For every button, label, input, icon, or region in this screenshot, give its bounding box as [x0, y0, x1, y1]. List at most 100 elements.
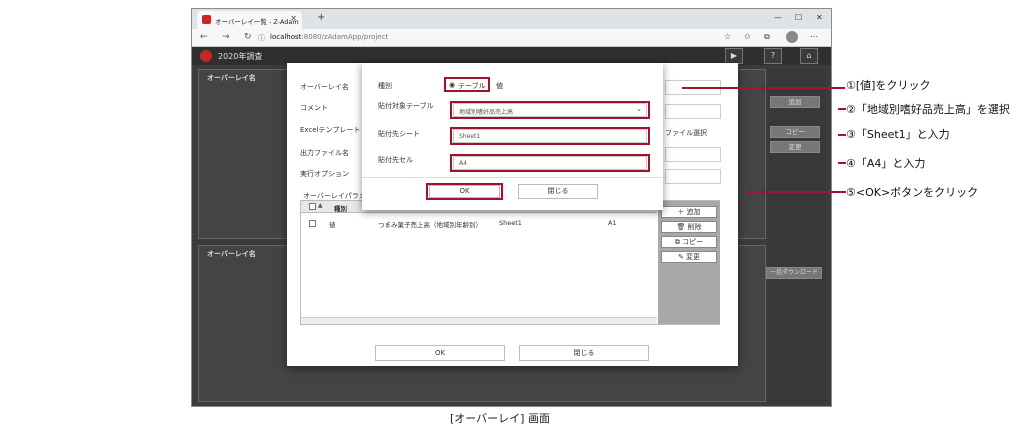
favorites-icon[interactable]: ✩ [744, 32, 751, 41]
profile-avatar[interactable] [786, 31, 798, 43]
excel-template-label: Excelテンプレート [300, 126, 361, 134]
menu-dots-icon[interactable]: ⋯ [810, 32, 818, 41]
type-table-label: テーブル [458, 82, 486, 90]
sub-close-button[interactable]: 閉じる [518, 184, 598, 199]
browser-window: オーバーレイ一覧 - Z-Adam ✕ + — ☐ ✕ ← → ↻ ⓘ loca… [191, 8, 832, 407]
change-button[interactable]: ✎ 変更 [661, 251, 717, 263]
row-checkbox[interactable] [309, 220, 316, 227]
callout-1: ①[値]をクリック [846, 79, 931, 92]
change-label: 変更 [686, 253, 701, 261]
output-file-input[interactable] [665, 147, 721, 162]
grid-actions: ＋ 追加 🗑 削除 ⧉ コピー ✎ 変更 [658, 201, 720, 324]
comment-input[interactable] [665, 104, 721, 119]
add-button[interactable]: ＋ 追加 [661, 206, 717, 218]
browser-titlebar: オーバーレイ一覧 - Z-Adam ✕ + — ☐ ✕ [192, 9, 831, 29]
bg-change-button[interactable]: 変更 [770, 141, 820, 153]
tab-title: オーバーレイ一覧 - Z-Adam [215, 18, 299, 26]
maximize-icon[interactable]: ☐ [795, 13, 802, 22]
sub-ok-highlight: OK [426, 183, 503, 200]
row-type: 値 [329, 221, 336, 229]
app-favicon-icon [202, 15, 211, 24]
bg-add-button[interactable]: 追加 [770, 96, 820, 108]
bg-download-button[interactable]: 一括ダウンロード [766, 267, 822, 279]
params-grid: ▲ 種別 値 つまみ菓子売上高（地域別年齢別） Sheet1 A1 ＋ 追加 🗑… [300, 200, 720, 325]
cell-label: 貼付先セル [378, 156, 413, 164]
url-field[interactable]: localhost:8080/zAdamApp/project [270, 33, 388, 41]
sub-ok-button[interactable]: OK [429, 185, 500, 198]
forward-icon[interactable]: → [222, 32, 230, 42]
sheet-value: Sheet1 [459, 133, 481, 140]
callout-line-3 [838, 134, 846, 136]
app-logo-icon [200, 50, 212, 62]
type-label: 種別 [378, 82, 392, 90]
home-icon[interactable]: ⌂ [800, 48, 818, 64]
callout-line-4 [838, 162, 846, 164]
callout-2: ②「地域別嗜好品売上高」を選択 [846, 103, 1010, 116]
delete-button[interactable]: 🗑 削除 [661, 221, 717, 233]
dialog-close-button[interactable]: 閉じる [519, 345, 649, 361]
tab-close-icon[interactable]: ✕ [290, 14, 297, 23]
exec-option-input[interactable] [665, 169, 721, 184]
paste-table-value: 地域別嗜好品売上高 [459, 109, 514, 116]
delete-label: 削除 [687, 223, 702, 231]
file-select-label[interactable]: ファイル選択 [665, 128, 707, 138]
paste-table-label: 貼付対象テーブル [378, 102, 434, 110]
sort-icon[interactable]: ▲ [318, 202, 323, 209]
callout-line-1 [682, 87, 845, 89]
address-bar: ← → ↻ ⓘ localhost:8080/zAdamApp/project … [192, 29, 831, 47]
window-close-icon[interactable]: ✕ [816, 13, 823, 22]
row-table: つまみ菓子売上高（地域別年齢別） [378, 221, 482, 229]
table-row[interactable]: 値 つまみ菓子売上高（地域別年齢別） Sheet1 A1 [301, 217, 657, 229]
minimize-icon[interactable]: — [774, 13, 782, 22]
copy-button[interactable]: ⧉ コピー [661, 236, 717, 248]
subdialog-divider [362, 177, 663, 178]
row-cell: A1 [608, 219, 617, 227]
run-icon[interactable]: ▶ [725, 48, 743, 64]
figure-caption: [オーバーレイ] 画面 [450, 412, 550, 425]
url-path: :8080/zAdamApp/project [301, 33, 389, 41]
back-icon[interactable]: ← [200, 32, 208, 42]
callout-line-5 [745, 191, 846, 193]
right-rail: 追加 コピー 変更 一括ダウンロード [766, 69, 826, 402]
dialog-ok-button[interactable]: OK [375, 345, 505, 361]
type-table-radio[interactable]: ◉ テーブル [444, 77, 490, 92]
new-tab-button[interactable]: + [317, 12, 325, 23]
exec-option-label: 実行オプション [300, 170, 349, 178]
grid-scrollbar[interactable] [301, 317, 657, 324]
sheet-input-highlight: Sheet1 [450, 127, 650, 145]
chevron-down-icon: ⌄ [636, 105, 642, 113]
url-host: localhost [270, 33, 302, 41]
sheet-input[interactable]: Sheet1 [453, 129, 647, 143]
app-title: 2020年調査 [218, 52, 263, 61]
refresh-icon[interactable]: ↻ [244, 32, 252, 42]
callout-5: ⑤<OK>ボタンをクリック [846, 186, 979, 199]
overlay-name-label: オーバーレイ名 [300, 83, 349, 91]
sheet-label: 貼付先シート [378, 130, 420, 138]
comment-label: コメント [300, 104, 328, 112]
add-label: 追加 [686, 208, 701, 216]
row-sheet: Sheet1 [499, 219, 522, 227]
cell-value: A4 [459, 160, 467, 167]
cell-input[interactable]: A4 [453, 156, 647, 170]
grid-col-type[interactable]: 種別 [334, 203, 347, 213]
callout-4: ④「A4」と入力 [846, 157, 926, 170]
overlay-panel-top-label: オーバーレイ名 [207, 74, 256, 82]
help-icon[interactable]: ? [764, 48, 782, 64]
callout-3: ③「Sheet1」と入力 [846, 128, 950, 141]
type-value-radio[interactable]: 値 [496, 81, 503, 91]
info-icon[interactable]: ⓘ [258, 33, 265, 43]
favorite-star-icon[interactable]: ☆ [724, 32, 731, 41]
overlay-panel-bottom-label: オーバーレイ名 [207, 250, 256, 258]
browser-tab[interactable]: オーバーレイ一覧 - Z-Adam ✕ [197, 11, 302, 29]
paste-table-select[interactable]: 地域別嗜好品売上高 ⌄ [453, 103, 647, 117]
copy-label: コピー [682, 238, 704, 246]
cell-input-highlight: A4 [450, 154, 650, 172]
callout-line-2 [838, 108, 846, 110]
radio-selected-icon: ◉ [449, 81, 456, 89]
output-file-label: 出力ファイル名 [300, 149, 349, 157]
param-subdialog: 種別 ◉ テーブル 値 貼付対象テーブル 地域別嗜好品売上高 ⌄ 貼付先シート … [362, 63, 663, 210]
bg-copy-button[interactable]: コピー [770, 126, 820, 138]
collections-icon[interactable]: ⧉ [764, 32, 770, 42]
grid-header-checkbox[interactable] [309, 203, 316, 210]
stage: オーバーレイ一覧 - Z-Adam ✕ + — ☐ ✕ ← → ↻ ⓘ loca… [0, 0, 1024, 440]
